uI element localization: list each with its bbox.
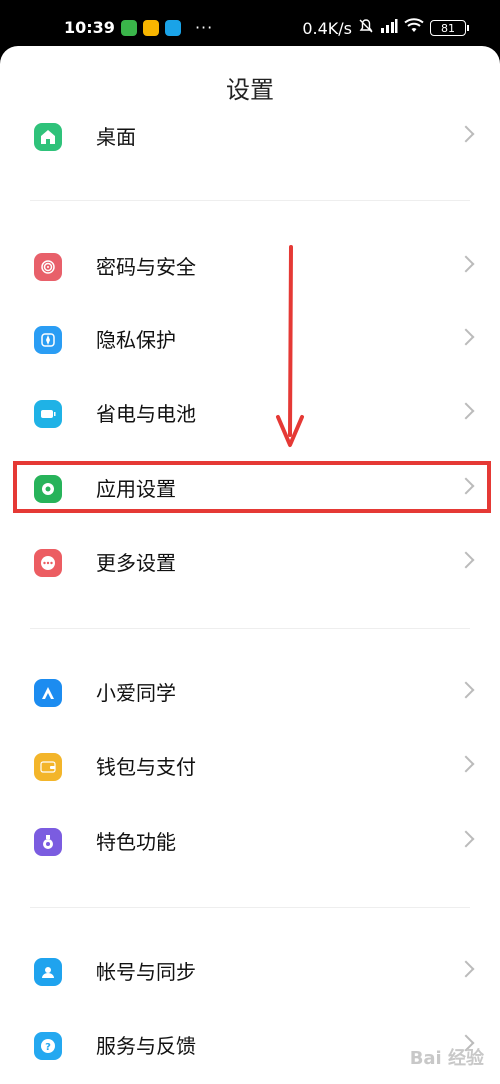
watermark: Bai 经验 (409, 1048, 484, 1069)
settings-item-label: 密码与安全 (96, 255, 196, 279)
download-icon (120, 19, 137, 36)
account-icon (34, 958, 62, 986)
settings-item-account-sync[interactable]: 帐号与同步 (0, 936, 500, 1010)
settings-item-battery[interactable]: 省电与电池 (0, 378, 500, 452)
settings-item-label: 更多设置 (96, 551, 176, 575)
settings-item-more-settings[interactable]: 更多设置 (0, 527, 500, 601)
chevron-right-icon (457, 830, 475, 848)
chevron-right-icon (457, 255, 475, 273)
more-icon (34, 549, 62, 577)
help-icon: ? (34, 1032, 62, 1060)
divider (30, 907, 470, 908)
settings-item-wallet[interactable]: 钱包与支付 (0, 731, 500, 805)
settings-item-label: 隐私保护 (96, 328, 176, 352)
flask-icon (34, 828, 62, 856)
settings-item-label: 钱包与支付 (96, 755, 196, 779)
settings-item-label: 桌面 (96, 125, 136, 149)
video-app-icon (164, 19, 181, 36)
divider (30, 628, 470, 629)
settings-item-desktop[interactable]: 桌面 (0, 101, 500, 175)
divider (30, 200, 470, 201)
settings-item-label: 帐号与同步 (96, 960, 196, 984)
battery-indicator: 81 (430, 20, 469, 36)
chevron-right-icon (457, 960, 475, 978)
clock: 10:39 (64, 18, 115, 37)
settings-item-privacy[interactable]: 隐私保护 (0, 304, 500, 378)
highlight-box (13, 461, 491, 513)
page-title: 设置 (226, 76, 274, 104)
svg-text:?: ? (45, 1042, 51, 1053)
settings-item-label: 特色功能 (96, 830, 176, 854)
more-notifications-icon: ··· (194, 18, 214, 37)
settings-item-xiaoai[interactable]: 小爱同学 (0, 657, 500, 731)
fingerprint-icon (34, 253, 62, 281)
emoji-app-icon (142, 19, 159, 36)
wallet-icon (34, 753, 62, 781)
assistant-icon (34, 679, 62, 707)
annotation-arrow-icon (276, 245, 304, 447)
settings-item-special-features[interactable]: 特色功能 (0, 806, 500, 880)
compass-icon (34, 326, 62, 354)
chevron-right-icon (457, 551, 475, 569)
network-speed: 0.4K/s (302, 18, 352, 38)
chevron-right-icon (457, 328, 475, 346)
chevron-right-icon (457, 681, 475, 699)
chevron-right-icon (457, 755, 475, 773)
home-icon (34, 123, 62, 151)
battery-icon (34, 400, 62, 428)
settings-item-label: 省电与电池 (96, 402, 196, 426)
settings-item-label: 服务与反馈 (96, 1034, 196, 1058)
mute-icon (358, 18, 374, 38)
settings-item-label: 小爱同学 (96, 681, 176, 705)
settings-item-password-security[interactable]: 密码与安全 (0, 231, 500, 305)
chevron-right-icon (457, 402, 475, 420)
wifi-icon (404, 18, 424, 38)
chevron-right-icon (457, 125, 475, 143)
signal-icon (380, 18, 398, 38)
